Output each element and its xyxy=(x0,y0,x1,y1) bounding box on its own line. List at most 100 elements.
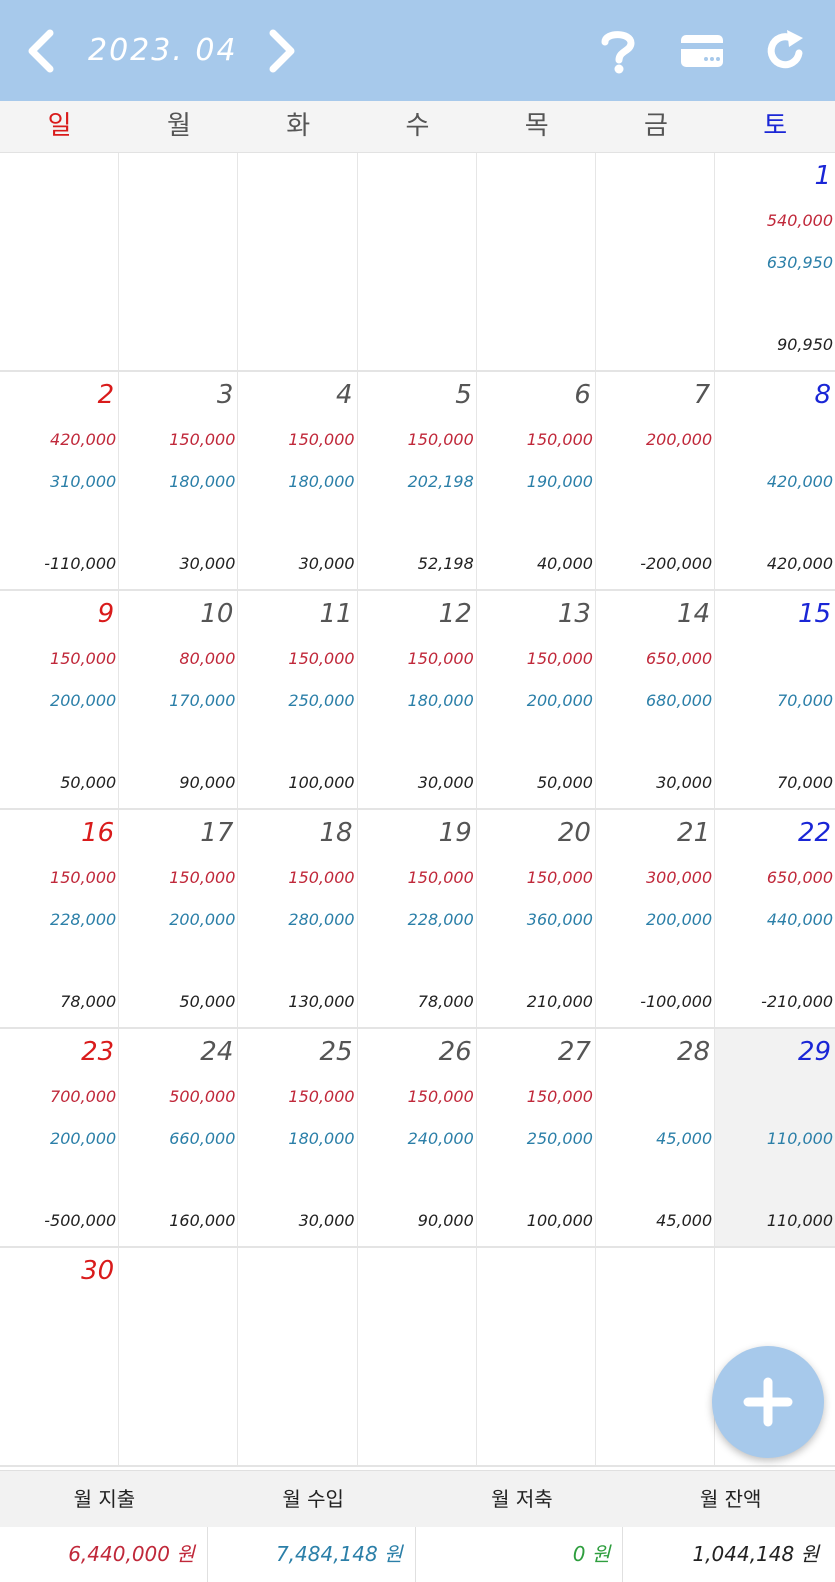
add-entry-button[interactable] xyxy=(712,1346,824,1458)
app-header: 2023. 04 xyxy=(0,0,835,101)
calendar-week-row: 2 420,000 310,000 -110,000 3 150,000 180,000 30… xyxy=(0,372,835,591)
day-balance: 30,000 xyxy=(298,554,355,573)
day-expense: 150,000 xyxy=(169,430,236,449)
next-month-button[interactable] xyxy=(262,0,302,101)
day-cell[interactable]: 15 70,000 70,000 xyxy=(715,591,835,808)
weekday-header: 일 월 화 수 목 금 토 xyxy=(0,101,835,153)
day-expense: 150,000 xyxy=(526,649,593,668)
day-cell[interactable]: 20 150,000 360,000 210,000 xyxy=(477,810,596,1027)
day-number: 8 xyxy=(814,380,832,410)
day-balance: -200,000 xyxy=(640,554,713,573)
day-number: 19 xyxy=(438,818,472,848)
summary-value-balance: 1,044,148 원 xyxy=(692,1542,819,1566)
help-button[interactable] xyxy=(594,0,642,101)
day-balance: 50,000 xyxy=(179,992,236,1011)
day-income: 202,198 xyxy=(407,472,474,491)
day-income: 680,000 xyxy=(645,691,713,710)
day-expense: 650,000 xyxy=(766,868,834,887)
calendar-week-row: 9 150,000 200,000 50,000 10 80,000 170,000 90,0… xyxy=(0,591,835,810)
day-cell[interactable]: 8 420,000 420,000 xyxy=(715,372,835,589)
day-number: 11 xyxy=(319,599,353,629)
day-cell[interactable]: 28 45,000 45,000 xyxy=(596,1029,716,1246)
day-number: 16 xyxy=(81,818,115,848)
day-balance: 30,000 xyxy=(656,773,713,792)
day-income: 360,000 xyxy=(526,910,593,929)
day-cell[interactable]: 6 150,000 190,000 40,000 xyxy=(477,372,596,589)
day-cell[interactable]: 19 150,000 228,000 78,000 xyxy=(358,810,477,1027)
day-cell[interactable]: 27 150,000 250,000 100,000 xyxy=(477,1029,596,1246)
day-cell[interactable]: 14 650,000 680,000 30,000 xyxy=(596,591,716,808)
day-income: 228,000 xyxy=(50,910,117,929)
day-cell[interactable]: 12 150,000 180,000 30,000 xyxy=(358,591,477,808)
day-cell[interactable]: 16 150,000 228,000 78,000 xyxy=(0,810,120,1027)
empty-day-cell[interactable] xyxy=(119,1248,239,1465)
day-expense: 150,000 xyxy=(288,1087,355,1106)
day-cell[interactable]: 7 200,000 -200,000 xyxy=(596,372,716,589)
summary-values: 6,440,000 원 7,484,148 원 0 원 1,044,148 원 xyxy=(0,1527,835,1582)
day-cell[interactable]: 11 150,000 250,000 100,000 xyxy=(238,591,358,808)
day-income: 180,000 xyxy=(288,1129,355,1148)
day-income: 280,000 xyxy=(288,910,355,929)
empty-day-cell[interactable] xyxy=(596,153,716,370)
day-cell[interactable]: 4 150,000 180,000 30,000 xyxy=(238,372,358,589)
empty-day-cell[interactable] xyxy=(238,1248,358,1465)
empty-day-cell[interactable] xyxy=(477,1248,596,1465)
day-cell[interactable]: 10 80,000 170,000 90,000 xyxy=(119,591,239,808)
empty-day-cell[interactable] xyxy=(358,153,477,370)
day-cell[interactable]: 26 150,000 240,000 90,000 xyxy=(358,1029,477,1246)
empty-day-cell[interactable] xyxy=(238,153,358,370)
day-cell[interactable]: 25 150,000 180,000 30,000 xyxy=(238,1029,358,1246)
day-cell[interactable]: 30 xyxy=(0,1248,120,1465)
day-expense: 150,000 xyxy=(526,1087,593,1106)
day-balance: 30,000 xyxy=(179,554,236,573)
day-balance: 45,000 xyxy=(656,1211,713,1230)
empty-day-cell[interactable] xyxy=(0,153,120,370)
day-balance: 130,000 xyxy=(288,992,355,1011)
day-number: 22 xyxy=(797,818,832,848)
day-balance: 110,000 xyxy=(766,1211,834,1230)
day-cell[interactable]: 2 420,000 310,000 -110,000 xyxy=(0,372,120,589)
day-balance: 420,000 xyxy=(766,554,834,573)
day-cell[interactable]: 5 150,000 202,198 52,198 xyxy=(358,372,477,589)
day-number: 28 xyxy=(677,1037,711,1067)
prev-month-button[interactable] xyxy=(18,0,64,101)
day-expense: 150,000 xyxy=(50,649,117,668)
month-title[interactable]: 2023. 04 xyxy=(88,0,248,101)
refresh-button[interactable] xyxy=(760,0,810,101)
day-cell[interactable]: 29 110,000 110,000 xyxy=(715,1029,835,1246)
day-cell[interactable]: 18 150,000 280,000 130,000 xyxy=(238,810,358,1027)
calendar-week-row: 16 150,000 228,000 78,000 17 150,000 200,000 50… xyxy=(0,810,835,1029)
day-income: 420,000 xyxy=(766,472,834,491)
summary-header: 월 지출 월 수입 월 저축 월 잔액 xyxy=(0,1470,835,1527)
day-income: 110,000 xyxy=(766,1129,834,1148)
day-cell[interactable]: 3 150,000 180,000 30,000 xyxy=(119,372,239,589)
day-income: 190,000 xyxy=(526,472,593,491)
empty-day-cell[interactable] xyxy=(596,1248,716,1465)
day-number: 27 xyxy=(557,1037,591,1067)
day-number: 10 xyxy=(200,599,234,629)
day-expense: 420,000 xyxy=(50,430,117,449)
day-income: 240,000 xyxy=(407,1129,474,1148)
day-cell[interactable]: 24 500,000 660,000 160,000 xyxy=(119,1029,239,1246)
day-income: 180,000 xyxy=(288,472,355,491)
calendar-week-row: 30 xyxy=(0,1248,835,1467)
day-cell[interactable]: 1 540,000 630,950 90,950 xyxy=(715,153,835,370)
day-cell[interactable]: 23 700,000 200,000 -500,000 xyxy=(0,1029,120,1246)
day-number: 4 xyxy=(336,380,353,410)
day-cell[interactable]: 22 650,000 440,000 -210,000 xyxy=(715,810,835,1027)
day-cell[interactable]: 9 150,000 200,000 50,000 xyxy=(0,591,120,808)
weekday-fri: 금 xyxy=(644,111,668,141)
day-cell[interactable]: 21 300,000 200,000 -100,000 xyxy=(596,810,716,1027)
day-expense: 150,000 xyxy=(288,649,355,668)
day-expense: 80,000 xyxy=(179,649,236,668)
calendar-week-row: 23 700,000 200,000 -500,000 24 500,000 660,000… xyxy=(0,1029,835,1248)
day-cell[interactable]: 13 150,000 200,000 50,000 xyxy=(477,591,596,808)
empty-day-cell[interactable] xyxy=(119,153,239,370)
day-cell[interactable]: 17 150,000 200,000 50,000 xyxy=(119,810,239,1027)
day-balance: 160,000 xyxy=(169,1211,236,1230)
card-button[interactable] xyxy=(678,0,726,101)
empty-day-cell[interactable] xyxy=(358,1248,477,1465)
day-income: 310,000 xyxy=(50,472,117,491)
card-icon xyxy=(681,34,723,67)
empty-day-cell[interactable] xyxy=(477,153,596,370)
